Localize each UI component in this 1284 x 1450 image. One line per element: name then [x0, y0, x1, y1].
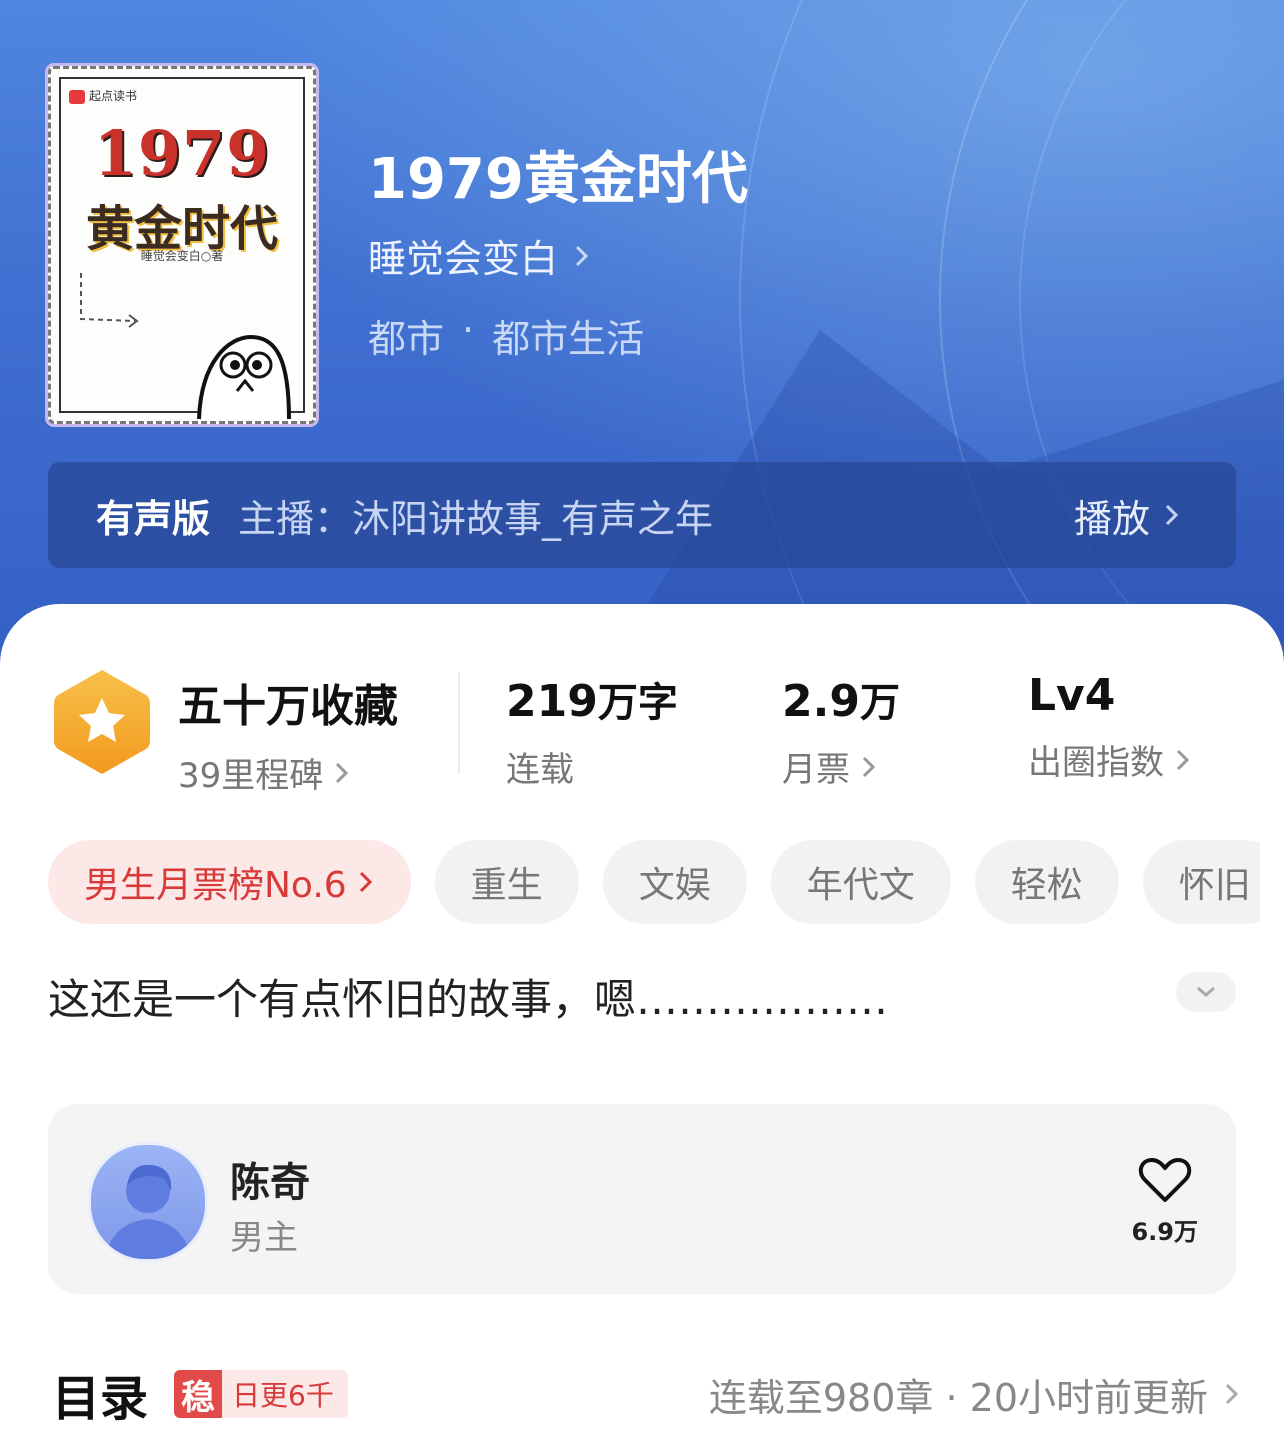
subgenre-link[interactable]: 都市生活: [492, 308, 644, 363]
stat-divider: [458, 672, 460, 774]
influence-value: Lv4: [1028, 670, 1116, 721]
cover-brand: 起点读书: [69, 87, 137, 104]
heart-icon: [1138, 1158, 1191, 1202]
tag-item[interactable]: 怀旧: [1142, 840, 1260, 924]
chevron-right-icon: [359, 871, 372, 893]
chevron-right-icon: [1165, 504, 1179, 526]
audio-host: 主播：沐阳讲故事_有声之年: [238, 496, 714, 541]
toc-status[interactable]: 连载至980章 · 20小时前更新: [709, 1367, 1242, 1422]
table-of-contents-row[interactable]: 目录 稳 日更6千 连载至980章 · 20小时前更新: [52, 1364, 1242, 1427]
book-title: 1979黄金时代: [368, 147, 748, 212]
genre-separator: ·: [462, 308, 475, 352]
ticket-value: 2.9: [782, 676, 860, 727]
ticket-label: 月票: [782, 750, 850, 790]
tag-item[interactable]: 年代文: [770, 840, 951, 924]
character-silhouette-icon: [105, 1164, 191, 1259]
rank-tag[interactable]: 男生月票榜No.6: [48, 840, 411, 924]
chapter-status: 连载至980章 · 20小时前更新: [708, 1375, 1208, 1420]
play-label: 播放: [1073, 496, 1150, 541]
expand-description-button[interactable]: [1176, 972, 1236, 1012]
tag-item[interactable]: 文娱: [602, 840, 747, 924]
tag-item[interactable]: 轻松: [974, 840, 1119, 924]
influence-label: 出圈指数: [1028, 743, 1164, 783]
stat-words: 219万字 连载: [506, 670, 678, 791]
audio-label: 有声版: [96, 496, 211, 541]
like-count: 6.9万: [1131, 1218, 1198, 1246]
audio-edition-bar[interactable]: 有声版 主播：沐阳讲故事_有声之年 播放: [48, 462, 1236, 568]
character-role: 男主: [230, 1218, 298, 1258]
stat-collection[interactable]: 五十万收藏 39里程碑: [178, 670, 398, 797]
author-name: 睡觉会变白: [368, 237, 559, 281]
stat-monthly-tickets[interactable]: 2.9万 月票: [782, 670, 900, 791]
chevron-right-icon: [1225, 1383, 1239, 1405]
genre-link[interactable]: 都市: [368, 308, 444, 363]
cover-author: 睡觉会变白○著: [140, 249, 224, 263]
chevron-right-icon: [862, 756, 876, 777]
book-header: 起点读书 1979 黄金时代 睡觉会变白○著 1979黄金时代 睡觉会变白 都市…: [0, 0, 1284, 680]
rank-label: 男生月票榜No.6: [84, 865, 347, 906]
qidian-logo-icon: [69, 89, 85, 104]
update-frequency: 日更6千: [232, 1379, 334, 1412]
author-link[interactable]: 睡觉会变白: [368, 228, 592, 283]
chevron-right-icon: [575, 245, 589, 266]
serial-status: 连载: [506, 750, 574, 790]
stat-influence[interactable]: Lv4 出圈指数: [1028, 670, 1192, 784]
chevron-right-icon: [1176, 749, 1190, 770]
avatar: [88, 1142, 208, 1262]
tag-item[interactable]: 重生: [434, 840, 579, 924]
update-badge: 稳 日更6千: [174, 1370, 348, 1418]
star-hexagon-icon: [54, 670, 150, 774]
chevron-right-icon: [336, 762, 349, 783]
play-button[interactable]: 播放: [1074, 488, 1182, 543]
toc-title: 目录: [52, 1371, 149, 1427]
genre-row: 都市 · 都市生活: [368, 308, 644, 363]
tag-list: 男生月票榜No.6 重生 文娱 年代文 轻松 怀旧: [48, 840, 1260, 924]
word-count-value: 219: [506, 676, 598, 727]
character-card[interactable]: 陈奇 男主 6.9万: [48, 1104, 1236, 1294]
character-name: 陈奇: [230, 1160, 310, 1206]
book-description: 这还是一个有点怀旧的故事，嗯………………: [48, 975, 889, 1024]
cover-mascot-doodle: [197, 334, 291, 420]
cover-arrow-doodle: [80, 273, 139, 328]
ticket-unit: 万: [859, 680, 900, 726]
milestone-label: 39里程碑: [178, 756, 324, 796]
cover-title-number: 1979: [93, 117, 271, 190]
chevron-down-icon: [1197, 986, 1215, 997]
word-count-unit: 万字: [597, 680, 678, 726]
book-cover[interactable]: 起点读书 1979 黄金时代 睡觉会变白○著: [48, 66, 316, 424]
stable-update-icon: 稳: [174, 1370, 223, 1418]
collection-value: 五十万收藏: [178, 681, 398, 732]
character-like-button[interactable]: 6.9万: [1131, 1156, 1198, 1247]
